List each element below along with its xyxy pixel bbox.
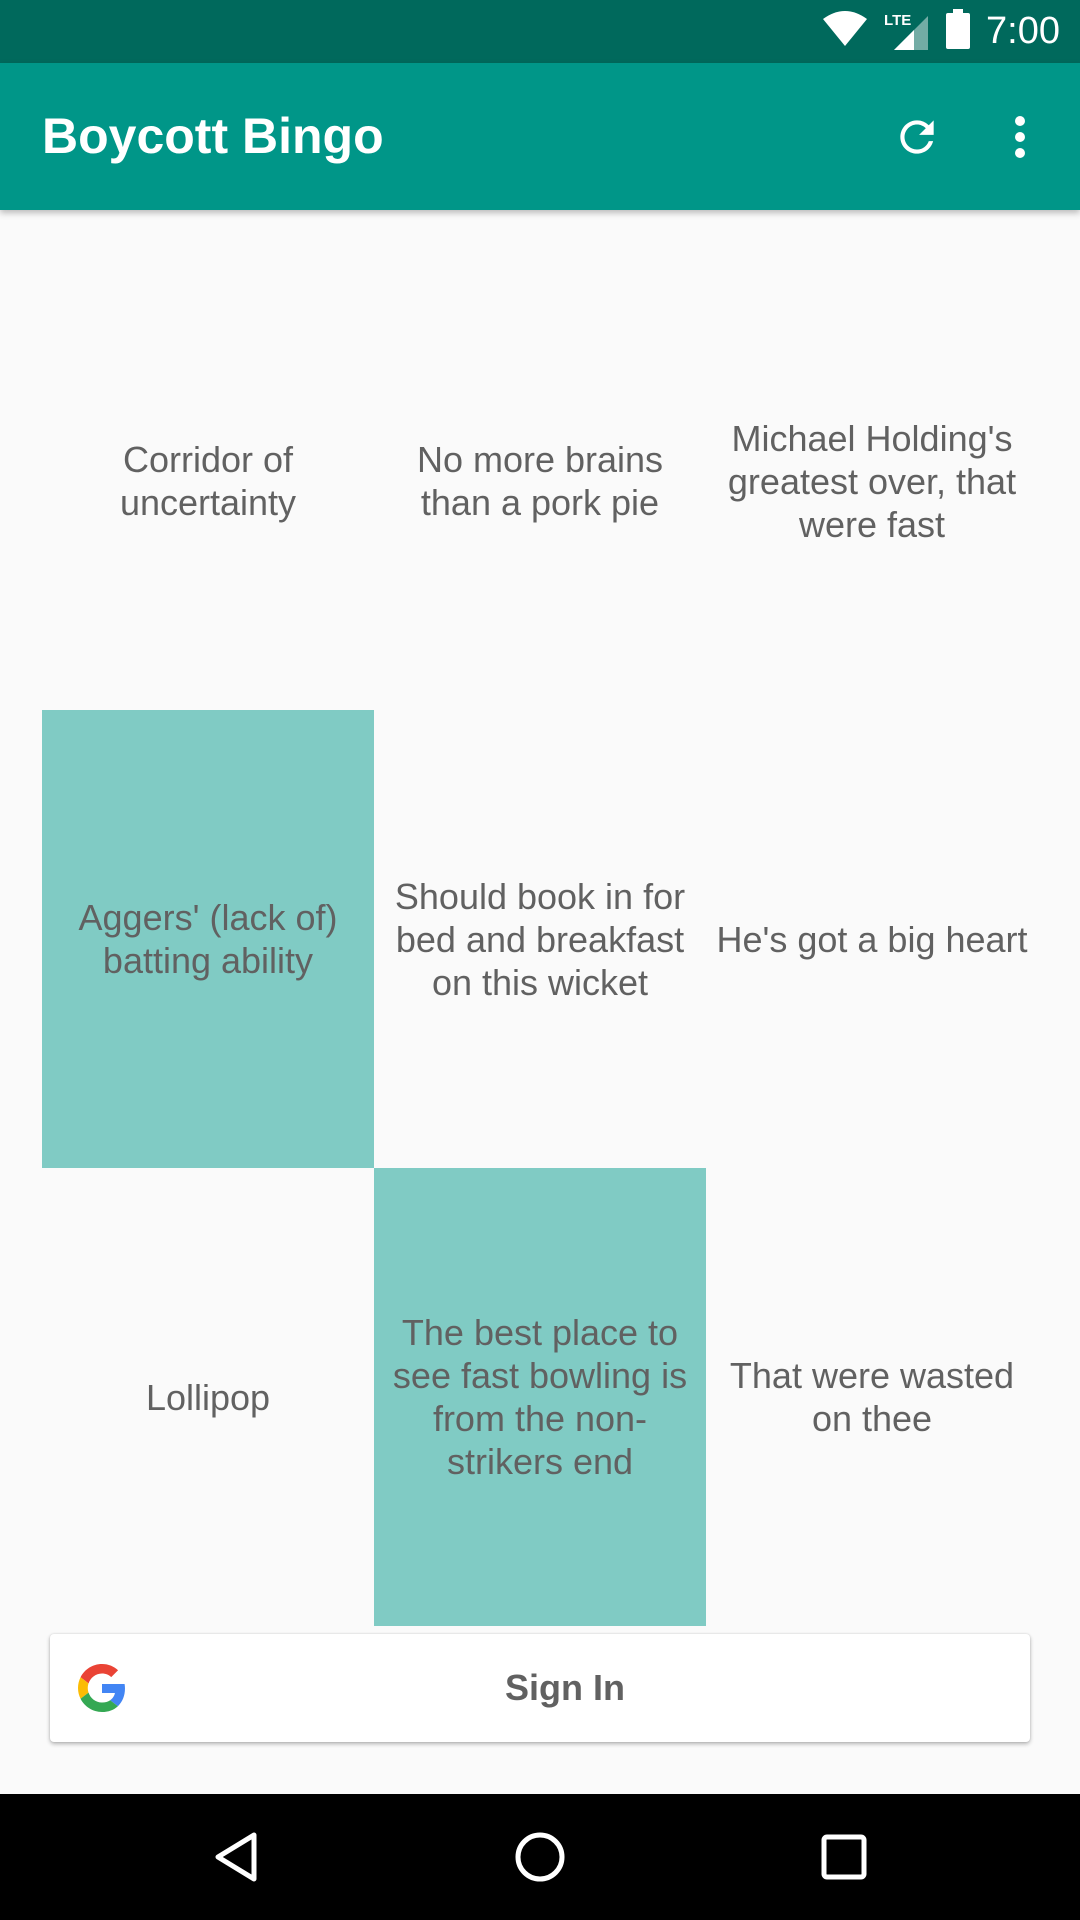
bingo-cell-text: Should book in for bed and breakfast on … bbox=[394, 875, 686, 1003]
bingo-cell[interactable]: Corridor of uncertainty bbox=[42, 252, 374, 710]
bingo-cell[interactable]: Should book in for bed and breakfast on … bbox=[374, 710, 706, 1168]
bingo-cell-text: He's got a big heart bbox=[716, 918, 1028, 960]
network-type-label: LTE bbox=[884, 11, 912, 29]
status-time: 7:00 bbox=[986, 10, 1060, 52]
bingo-cell[interactable]: Aggers' (lack of) batting ability bbox=[42, 710, 374, 1168]
bingo-cell[interactable]: No more brains than a pork pie bbox=[374, 252, 706, 710]
bingo-cell[interactable]: Lollipop bbox=[42, 1168, 374, 1626]
status-bar: LTE 7:00 bbox=[0, 0, 1080, 63]
app-title: Boycott Bingo bbox=[42, 108, 384, 164]
screen: LTE 7:00 Boycott Bingo Corridor of uncer… bbox=[0, 0, 1080, 1920]
recents-icon bbox=[821, 1834, 867, 1880]
battery-icon bbox=[946, 9, 971, 54]
cellular-signal-icon: LTE bbox=[884, 12, 930, 52]
app-bar: Boycott Bingo bbox=[0, 63, 1080, 210]
bingo-cell[interactable]: That were wasted on thee bbox=[706, 1168, 1038, 1626]
google-sign-in-button[interactable]: Sign In bbox=[50, 1634, 1030, 1742]
bingo-cell[interactable]: He's got a big heart bbox=[706, 710, 1038, 1168]
back-icon bbox=[215, 1832, 257, 1882]
bingo-cell[interactable]: The best place to see fast bowling is fr… bbox=[374, 1168, 706, 1626]
bingo-cell-text: Michael Holding's greatest over, that we… bbox=[727, 417, 1017, 545]
status-icons: LTE 7:00 bbox=[822, 0, 1060, 63]
navigation-bar bbox=[0, 1794, 1080, 1920]
bingo-grid: Corridor of uncertainty No more brains t… bbox=[42, 252, 1038, 1626]
bingo-cell-text: The best place to see fast bowling is fr… bbox=[392, 1312, 688, 1482]
bingo-cell-text: Corridor of uncertainty bbox=[119, 439, 297, 523]
refresh-button[interactable] bbox=[882, 102, 952, 172]
home-icon bbox=[515, 1832, 565, 1882]
recents-button[interactable] bbox=[809, 1822, 879, 1892]
overflow-menu-button[interactable] bbox=[990, 102, 1050, 172]
wifi-icon bbox=[822, 11, 868, 52]
bingo-cell-text: That were wasted on thee bbox=[729, 1355, 1015, 1439]
back-button[interactable] bbox=[201, 1822, 271, 1892]
sign-in-label: Sign In bbox=[505, 1667, 625, 1708]
bingo-cell-text: Aggers' (lack of) batting ability bbox=[78, 897, 338, 981]
more-vert-icon bbox=[1015, 116, 1025, 158]
home-button[interactable] bbox=[505, 1822, 575, 1892]
bingo-cell[interactable]: Michael Holding's greatest over, that we… bbox=[706, 252, 1038, 710]
bingo-cell-text: No more brains than a pork pie bbox=[416, 439, 664, 523]
bingo-cell-text: Lollipop bbox=[145, 1376, 271, 1418]
refresh-icon bbox=[900, 120, 934, 154]
